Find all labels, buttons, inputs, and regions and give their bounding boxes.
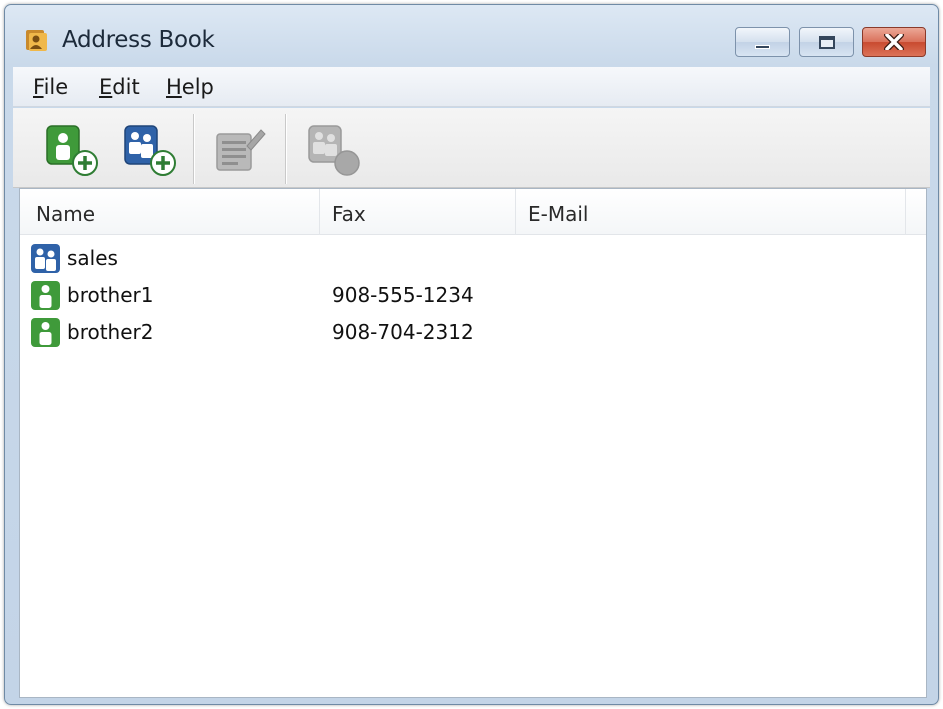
contact-fax: 908-555-1234 <box>332 283 474 307</box>
list-item[interactable]: brother2 908-704-2312 <box>20 315 926 351</box>
maximize-icon <box>818 35 835 49</box>
contacts-list[interactable]: Name Fax E-Mail sales brother1 908-555-1… <box>19 188 927 698</box>
column-header-fax[interactable]: Fax <box>320 189 516 235</box>
close-button[interactable] <box>862 27 926 57</box>
menu-bar: File Edit Help <box>13 67 930 107</box>
menu-edit[interactable]: Edit <box>99 75 140 99</box>
menu-file-mnemonic: F <box>33 75 44 99</box>
delete-button[interactable] <box>303 120 363 180</box>
title-bar[interactable]: Address Book <box>5 5 938 67</box>
add-group-icon <box>124 125 176 176</box>
menu-edit-mnemonic: E <box>99 75 113 99</box>
member-icon <box>31 318 60 347</box>
delete-icon <box>308 125 360 176</box>
contact-fax: 908-704-2312 <box>332 320 474 344</box>
contact-name: brother1 <box>67 283 154 307</box>
member-icon <box>31 281 60 310</box>
add-member-button[interactable] <box>41 120 101 180</box>
add-member-icon <box>46 125 98 176</box>
menu-help-mnemonic: H <box>166 75 182 99</box>
toolbar-separator <box>285 114 287 184</box>
column-header-name[interactable]: Name <box>20 189 320 235</box>
toolbar-separator <box>193 114 195 184</box>
edit-icon <box>216 129 266 171</box>
maximize-button[interactable] <box>799 27 854 57</box>
contact-name: brother2 <box>67 320 154 344</box>
minimize-button[interactable] <box>735 27 790 57</box>
list-header: Name Fax E-Mail <box>20 189 926 235</box>
address-book-icon <box>26 30 47 51</box>
edit-button[interactable] <box>209 120 269 180</box>
menu-file[interactable]: File <box>33 75 68 99</box>
list-item[interactable]: brother1 908-555-1234 <box>20 278 926 314</box>
minimize-icon <box>755 44 770 49</box>
menu-file-label: ile <box>43 75 69 99</box>
close-icon <box>884 34 904 50</box>
menu-help[interactable]: Help <box>166 75 214 99</box>
window-title: Address Book <box>62 27 215 53</box>
toolbar <box>13 108 930 188</box>
contact-name: sales <box>67 246 118 270</box>
address-book-window: Address Book File Edit Help Name Fax E-M… <box>4 4 939 705</box>
menu-edit-label: dit <box>112 75 140 99</box>
menu-help-label: elp <box>181 75 214 99</box>
list-item[interactable]: sales <box>20 241 926 277</box>
group-icon <box>31 244 60 273</box>
column-header-email[interactable]: E-Mail <box>516 189 906 235</box>
add-group-button[interactable] <box>119 120 179 180</box>
